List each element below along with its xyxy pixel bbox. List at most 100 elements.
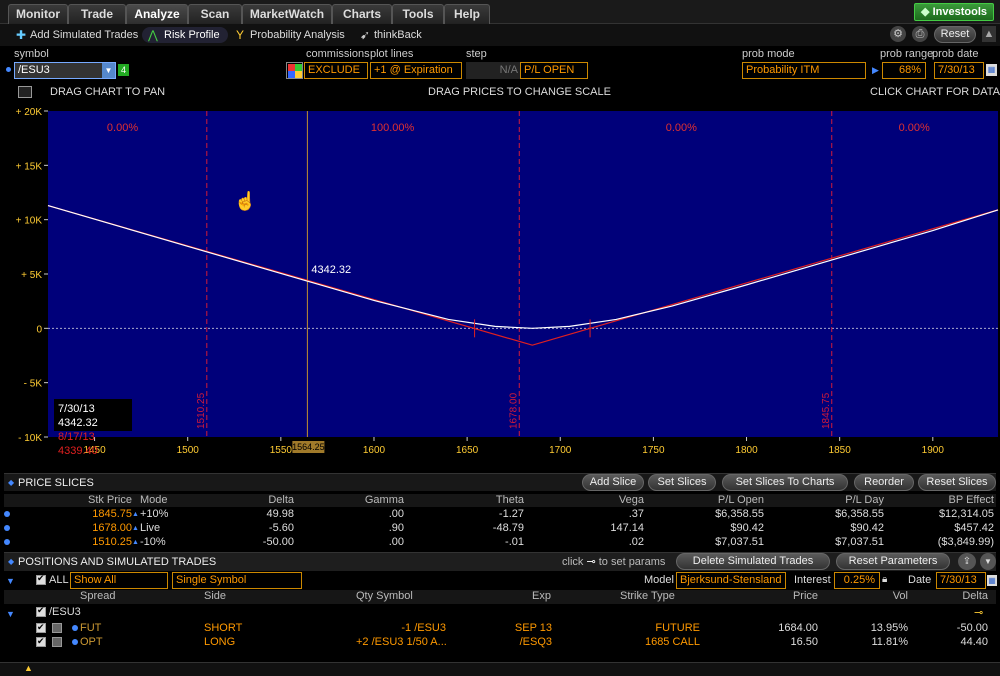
set-slices-button[interactable]: Set Slices: [648, 474, 716, 491]
position-cell[interactable]: SHORT: [204, 622, 264, 635]
price-slice-row[interactable]: 1845.75 ▲ +10% 49.98 .00 -1.27 .37 $6,358.55 $6,…: [4, 508, 996, 521]
date-input[interactable]: 7/30/13: [936, 572, 986, 589]
settings-icon[interactable]: ⚙: [890, 26, 906, 42]
position-row[interactable]: OPT LONG +2 /ESU3 1/50 A... /ESQ3 1685 CALL 1…: [4, 635, 996, 649]
group-checkbox[interactable]: [36, 605, 46, 617]
header-stk-price[interactable]: Stk Price: [64, 494, 132, 507]
all-checkbox[interactable]: [36, 573, 46, 585]
position-cell[interactable]: 44.40: [914, 636, 988, 649]
pl-mode-select[interactable]: P/L OPEN: [520, 62, 588, 79]
price-slice-row[interactable]: 1510.25 ▲ -10% -50.00 .00 -.01 .02 $7,037.51 $7,…: [4, 536, 996, 549]
slice-cell[interactable]: Live: [140, 522, 180, 535]
tab-scan[interactable]: Scan: [188, 4, 242, 24]
header-gamma[interactable]: Gamma: [324, 494, 404, 507]
add-simulated-trades-tab[interactable]: ✚ Add Simulated Trades: [14, 27, 138, 43]
position-checkbox[interactable]: [36, 621, 46, 634]
tab-tools[interactable]: Tools: [392, 4, 444, 24]
header-side[interactable]: Side: [204, 590, 264, 603]
position-cell[interactable]: +2 /ESU3 1/50 A...: [356, 636, 447, 649]
prob-date-input[interactable]: 7/30/13: [934, 62, 984, 79]
model-select[interactable]: Bjerksund-Stensland: [676, 572, 786, 589]
single-symbol-select[interactable]: Single Symbol: [172, 572, 302, 589]
header-exp[interactable]: Exp: [532, 590, 572, 603]
position-cell[interactable]: 16.50: [744, 636, 818, 649]
expand-arrow-icon[interactable]: ▼: [6, 576, 15, 586]
calendar-icon[interactable]: ▦: [987, 575, 997, 586]
position-cell[interactable]: -50.00: [914, 622, 988, 635]
commissions-select[interactable]: EXCLUDE: [304, 62, 368, 79]
prob-range-input[interactable]: 68%: [882, 62, 926, 79]
color-palette-icon[interactable]: [286, 62, 303, 79]
show-all-select[interactable]: Show All: [70, 572, 168, 589]
risk-profile-svg[interactable]: + 20K+ 15K+ 10K+ 5K0- 5K- 10K1450 1500 155…: [0, 107, 1000, 469]
delete-simulated-trades-button[interactable]: Delete Simulated Trades: [676, 553, 830, 570]
position-cell[interactable]: 11.81%: [834, 636, 909, 649]
header-delta[interactable]: Delta: [914, 590, 988, 603]
risk-profile-chart[interactable]: + 20K + 15K + 10K + 5K 0- 5K - 10K 1450 1500 155…: [0, 107, 1000, 469]
calendar-icon[interactable]: ▦: [986, 64, 997, 76]
stepper-icon[interactable]: ▲: [132, 522, 139, 535]
collapse-arrow-icon[interactable]: ▶: [872, 65, 879, 76]
reset-slices-button[interactable]: Reset Slices: [918, 474, 996, 491]
tab-marketwatch[interactable]: MarketWatch: [242, 4, 332, 24]
add-slice-button[interactable]: Add Slice: [582, 474, 644, 491]
slice-cell[interactable]: -10%: [140, 536, 180, 549]
slice-cell[interactable]: 1678.00: [64, 522, 132, 535]
simulate-checkbox[interactable]: [52, 637, 62, 647]
position-cell[interactable]: -1 /ESU3: [356, 622, 446, 635]
risk-profile-tab[interactable]: ⋀ Risk Profile: [142, 27, 228, 43]
export-icon[interactable]: ⇪: [958, 553, 976, 570]
plot-lines-select[interactable]: +1 @ Expiration: [370, 62, 462, 79]
position-cell[interactable]: SEP 13: [512, 622, 552, 635]
plot-area[interactable]: [48, 111, 998, 437]
reorder-button[interactable]: Reorder: [854, 474, 914, 491]
position-cell[interactable]: OPT: [80, 636, 140, 649]
slice-cell[interactable]: +10%: [140, 508, 180, 521]
collapse-arrow-icon[interactable]: ◆: [8, 553, 14, 571]
thinkback-tab[interactable]: ➹ thinkBack: [358, 27, 422, 43]
header-theta[interactable]: Theta: [444, 494, 524, 507]
chevron-down-icon[interactable]: ▼: [102, 63, 115, 78]
header-pl-day[interactable]: P/L Day: [804, 494, 884, 507]
reset-button[interactable]: Reset: [934, 26, 976, 43]
reset-parameters-button[interactable]: Reset Parameters: [836, 553, 950, 570]
tab-analyze[interactable]: Analyze: [126, 4, 188, 24]
scroll-up-icon[interactable]: ▲: [982, 26, 996, 42]
chart-settings-icon[interactable]: [18, 86, 32, 98]
position-cell[interactable]: LONG: [204, 636, 264, 649]
step-input[interactable]: N/A: [466, 62, 520, 79]
header-pl-open[interactable]: P/L Open: [684, 494, 764, 507]
lock-icon[interactable]: 🔒︎: [882, 574, 887, 585]
position-cell[interactable]: 1684.00: [744, 622, 818, 635]
position-cell[interactable]: FUT: [80, 622, 140, 635]
collapse-arrow-icon[interactable]: ◆: [8, 474, 14, 492]
tab-monitor[interactable]: Monitor: [8, 4, 68, 24]
header-vega[interactable]: Vega: [564, 494, 644, 507]
simulate-checkbox[interactable]: [52, 623, 62, 633]
probability-analysis-tab[interactable]: Y Probability Analysis: [234, 27, 345, 43]
set-slices-to-charts-button[interactable]: Set Slices To Charts: [722, 474, 848, 491]
position-checkbox[interactable]: [36, 635, 46, 648]
stepper-icon[interactable]: ▲: [132, 536, 139, 549]
header-vol[interactable]: Vol: [834, 590, 908, 603]
stepper-icon[interactable]: ▲: [132, 508, 139, 521]
chevron-up-icon[interactable]: ▲: [24, 663, 33, 673]
price-slice-row[interactable]: 1678.00 ▲ Live -5.60 .90 -48.79 147.14 $90.42 $9…: [4, 522, 996, 535]
print-icon[interactable]: ⎙: [912, 26, 928, 42]
position-cell[interactable]: 1685 CALL: [620, 636, 700, 649]
header-mode[interactable]: Mode: [140, 494, 180, 507]
expand-arrow-icon[interactable]: ▼: [6, 609, 15, 619]
key-icon[interactable]: ⊸: [974, 606, 983, 619]
slice-cell[interactable]: 1845.75: [64, 508, 132, 521]
tab-trade[interactable]: Trade: [68, 4, 126, 24]
header-qty-symbol[interactable]: Qty Symbol: [356, 590, 446, 603]
position-cell[interactable]: /ESQ3: [512, 636, 552, 649]
slice-cell[interactable]: 1510.25: [64, 536, 132, 549]
position-cell[interactable]: FUTURE: [620, 622, 700, 635]
tab-help[interactable]: Help: [444, 4, 490, 24]
header-bp-effect[interactable]: BP Effect: [904, 494, 994, 507]
investools-button[interactable]: ◆ Investools: [914, 3, 994, 21]
symbol-input[interactable]: /ESU3 ▼: [14, 62, 116, 79]
position-row[interactable]: FUT SHORT -1 /ESU3 SEP 13 FUTURE 1684.00 13.95…: [4, 621, 996, 635]
header-strike-type[interactable]: Strike Type: [620, 590, 700, 603]
